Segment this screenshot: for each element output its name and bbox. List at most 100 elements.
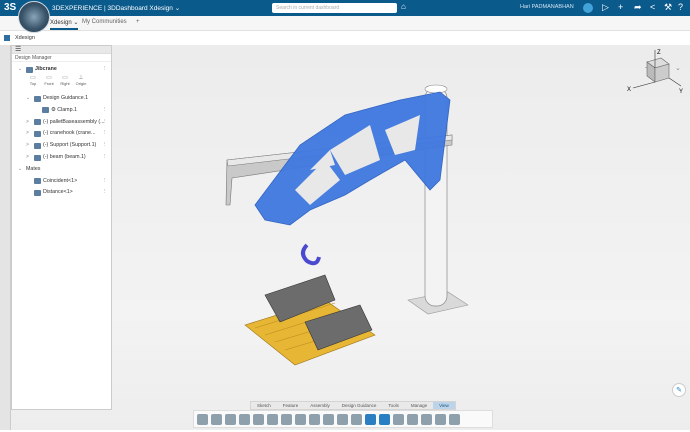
panel-collapse-strip[interactable] xyxy=(0,45,11,430)
share-icon[interactable]: ➦ xyxy=(634,2,642,13)
tab-assembly[interactable]: Assembly xyxy=(304,402,336,409)
redo-icon[interactable] xyxy=(267,413,278,425)
component-icon xyxy=(34,154,41,161)
chevron-icon[interactable]: ⌄ xyxy=(18,164,22,175)
chevron-icon[interactable]: > xyxy=(26,128,29,139)
open-icon[interactable] xyxy=(211,413,222,425)
search-input[interactable]: Search in current dashboard xyxy=(272,3,397,13)
tree-item[interactable]: > (-) Support (Support.1) ⋮ xyxy=(12,140,111,151)
more-icon[interactable]: ⋮ xyxy=(102,105,107,116)
rotate-icon[interactable] xyxy=(337,413,348,425)
tree-item-label: Distance<1> xyxy=(43,189,73,196)
component-icon xyxy=(34,95,41,102)
refresh-icon[interactable] xyxy=(239,413,250,425)
help-icon[interactable]: ? xyxy=(678,2,683,12)
component-icon xyxy=(34,130,41,137)
tools-icon[interactable]: ⚒ xyxy=(664,2,672,13)
component-icon xyxy=(34,178,41,185)
more-icon[interactable]: ⋮ xyxy=(102,117,107,128)
plane-origin[interactable]: ⊥ Origin xyxy=(74,74,88,86)
tree-item[interactable]: ⌄ Mates xyxy=(12,164,111,175)
tree-item[interactable]: > (-) cranehook (crane... ⋮ xyxy=(12,128,111,139)
action-bar xyxy=(193,410,493,428)
user-name[interactable]: Hari PADMANABHAN xyxy=(520,4,574,10)
add-icon[interactable]: + xyxy=(618,2,623,12)
zoom-icon[interactable] xyxy=(281,413,292,425)
section-icon[interactable] xyxy=(393,413,404,425)
assembly-icon xyxy=(26,66,33,73)
app-title[interactable]: 3DEXPERIENCE | 3DDashboard Xdesign ⌄ xyxy=(52,4,180,12)
chat-bubble-icon[interactable]: ✎ xyxy=(672,383,686,397)
more-icon[interactable]: ⋮ xyxy=(102,187,107,198)
component-icon xyxy=(42,107,49,114)
normal-icon[interactable] xyxy=(309,413,320,425)
reference-planes: ▭ Top ▭ Front ▭ Right ⊥ Origin xyxy=(26,74,96,88)
tree-item[interactable]: > (-) beam (beam.1) ⋮ xyxy=(12,152,111,163)
shaded-icon[interactable] xyxy=(379,413,390,425)
tab-xdesign[interactable]: Xdesign ⌄ xyxy=(50,19,79,30)
ds-logo[interactable]: 3S xyxy=(4,2,16,13)
more-icon[interactable]: ⋮ xyxy=(102,176,107,187)
tab-design-guidance[interactable]: Design Guidance xyxy=(336,402,383,409)
plane-front[interactable]: ▭ Front xyxy=(42,74,56,86)
widget-header: Xdesign – ⤢ ⌄ xyxy=(0,31,690,72)
tab-manage[interactable]: Manage xyxy=(405,402,433,409)
tree-item-label: Design Guidance.1 xyxy=(43,95,89,101)
top-bar: 3S 3DEXPERIENCE | 3DDashboard Xdesign ⌄ … xyxy=(0,0,690,16)
more-icon[interactable]: ⋮ xyxy=(102,140,107,151)
plane-top[interactable]: ▭ Top xyxy=(26,74,40,86)
avatar[interactable] xyxy=(583,3,593,13)
chevron-icon[interactable]: > xyxy=(26,152,29,163)
tab-feature[interactable]: Feature xyxy=(277,402,305,409)
pan-icon[interactable] xyxy=(323,413,334,425)
tab-tools[interactable]: Tools xyxy=(382,402,405,409)
tab-my-communities[interactable]: My Communities xyxy=(82,19,127,25)
action-bar-tabs: Sketch Feature Assembly Design Guidance Tool… xyxy=(250,401,456,410)
tree-item[interactable]: ⚙ Clamp.1 ⋮ xyxy=(12,105,111,116)
chat-icon[interactable]: ▷ xyxy=(602,2,609,13)
tree-item[interactable]: > (-) palletBaseassembly (... ⋮ xyxy=(12,117,111,128)
chevron-icon[interactable]: ⌄ xyxy=(26,93,30,104)
component-icon xyxy=(34,119,41,126)
views-icon[interactable] xyxy=(449,413,460,425)
design-manager-panel: ☰ Design Manager ⌄ Jibcrane ⋮ ▭ Top ▭ Front… xyxy=(11,45,112,410)
render-icon[interactable] xyxy=(421,413,432,425)
tag-icon[interactable]: ⌂ xyxy=(401,2,406,11)
appearance-icon[interactable] xyxy=(407,413,418,425)
zoom-box-icon[interactable] xyxy=(351,413,362,425)
undo-icon[interactable] xyxy=(253,413,264,425)
panel-title: Design Manager xyxy=(12,54,111,62)
tree-item[interactable]: Distance<1> ⋮ xyxy=(12,187,111,198)
plane-right[interactable]: ▭ Right xyxy=(58,74,72,86)
tree-item-label: Mates xyxy=(26,165,41,172)
network-icon[interactable]: < xyxy=(650,2,655,12)
component-icon xyxy=(34,189,41,196)
widget-title: Xdesign xyxy=(15,35,35,41)
compass-icon[interactable] xyxy=(18,1,50,33)
tree-item-label: (-) palletBaseassembly (... xyxy=(43,118,105,125)
tab-sketch[interactable]: Sketch xyxy=(251,402,277,409)
new-icon[interactable] xyxy=(197,413,208,425)
tab-view[interactable]: View xyxy=(433,402,455,409)
tree-item[interactable]: ⌄ Design Guidance.1 xyxy=(12,93,111,104)
grid-icon[interactable] xyxy=(435,413,446,425)
tree-item-label: (-) cranehook (crane... xyxy=(43,130,96,137)
tree-item-label: (-) Support (Support.1) xyxy=(43,142,97,149)
dashboard-tabs: Xdesign ⌄ My Communities + xyxy=(0,16,690,31)
tree-item-label: Coincident<1> xyxy=(43,177,78,184)
chevron-icon[interactable]: > xyxy=(26,117,29,128)
view-cube[interactable]: Z X Y xyxy=(625,48,685,95)
crane-hook xyxy=(301,243,321,266)
chevron-icon[interactable]: > xyxy=(26,140,29,151)
save-icon[interactable] xyxy=(225,413,236,425)
component-icon xyxy=(34,142,41,149)
tree-icon[interactable]: ☰ xyxy=(12,46,111,54)
tree-item[interactable]: Coincident<1> ⋮ xyxy=(12,176,111,187)
display-style-icon[interactable] xyxy=(365,413,376,425)
more-icon[interactable]: ⋮ xyxy=(102,128,107,139)
tree-item-label: (-) beam (beam.1) xyxy=(43,154,86,160)
view-icon[interactable] xyxy=(295,413,306,425)
svg-text:Y: Y xyxy=(679,89,683,93)
add-tab-button[interactable]: + xyxy=(136,19,140,25)
more-icon[interactable]: ⋮ xyxy=(102,152,107,163)
